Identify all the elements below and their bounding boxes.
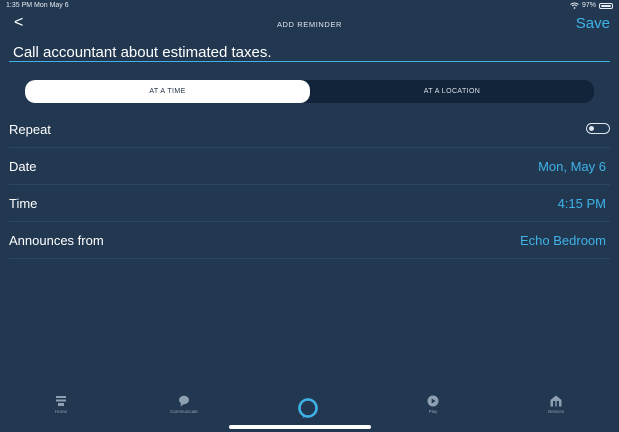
settings-list: Repeat Date Mon, May 6 Time 4:15 PM Anno… (0, 111, 619, 259)
battery-icon (599, 2, 613, 9)
tab-play[interactable]: Play (403, 395, 463, 414)
date-row[interactable]: Date Mon, May 6 (9, 148, 610, 185)
status-time: 1:35 PM Mon May 6 (6, 2, 69, 9)
alexa-icon[interactable] (297, 397, 319, 419)
nav-bar: < ADD REMINDER Save (0, 12, 619, 38)
tab-devices-label: Devices (547, 409, 564, 414)
tab-communicate-label: Communicate (170, 409, 198, 414)
save-button[interactable]: Save (576, 15, 610, 32)
battery-percent: 97% (581, 2, 596, 9)
tab-communicate[interactable]: Communicate (154, 395, 214, 414)
time-label: Time (9, 196, 38, 211)
play-icon (427, 395, 439, 407)
tab-play-label: Play (428, 409, 438, 414)
announces-from-label: Announces from (9, 233, 104, 248)
status-indicators: 97% (570, 2, 613, 9)
time-value[interactable]: 4:15 PM (558, 196, 606, 211)
announces-from-value[interactable]: Echo Bedroom (520, 233, 606, 248)
toggle-knob (589, 126, 594, 131)
status-bar: 1:35 PM Mon May 6 97% (0, 0, 619, 12)
wifi-icon (570, 2, 579, 9)
tab-home-label: Home (54, 409, 67, 414)
reminder-type-segmented-control: AT A TIME AT A LOCATION (25, 80, 594, 103)
date-label: Date (9, 159, 37, 174)
reminder-text-input[interactable] (9, 44, 610, 62)
segment-at-a-time[interactable]: AT A TIME (25, 80, 310, 103)
page-title: ADD REMINDER (276, 20, 343, 29)
repeat-row: Repeat (9, 111, 610, 148)
segment-at-a-location[interactable]: AT A LOCATION (310, 80, 594, 103)
home-icon (56, 396, 66, 406)
home-indicator (229, 425, 371, 429)
speech-bubble-icon (179, 395, 189, 407)
tab-devices[interactable]: Devices (526, 395, 586, 414)
repeat-label: Repeat (9, 122, 51, 137)
devices-icon (550, 395, 562, 407)
time-row[interactable]: Time 4:15 PM (9, 185, 610, 222)
announces-from-row[interactable]: Announces from Echo Bedroom (9, 222, 610, 259)
tab-home[interactable]: Home (31, 395, 91, 414)
date-value[interactable]: Mon, May 6 (538, 159, 606, 174)
repeat-toggle[interactable] (586, 123, 610, 134)
